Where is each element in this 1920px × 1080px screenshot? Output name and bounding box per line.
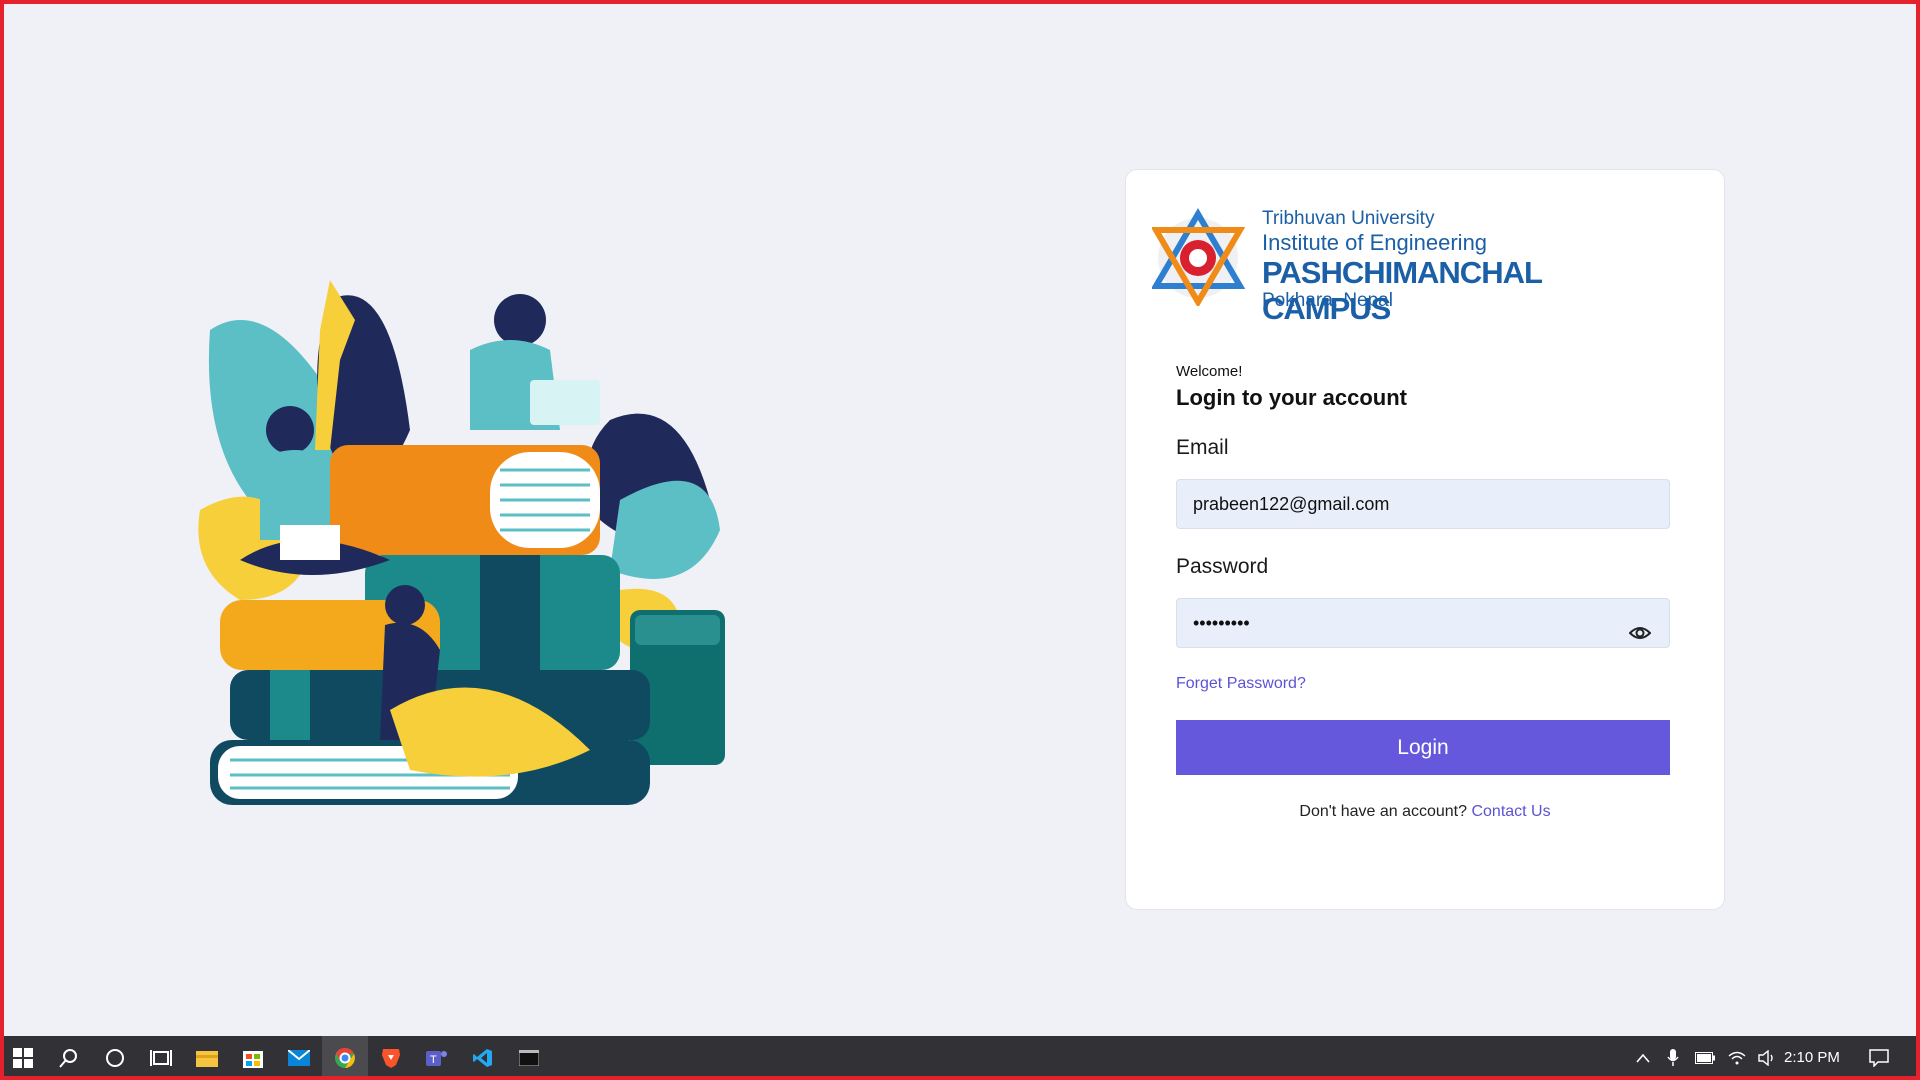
password-value: •••••••••	[1193, 613, 1250, 633]
wifi-icon[interactable]	[1722, 1051, 1752, 1065]
store-icon[interactable]	[230, 1036, 276, 1080]
mail-icon[interactable]	[276, 1036, 322, 1080]
terminal-icon[interactable]	[506, 1036, 552, 1080]
logo-location: Pokhara, Nepal	[1262, 290, 1393, 311]
password-field[interactable]: •••••••••	[1176, 598, 1670, 648]
volume-icon[interactable]	[1752, 1050, 1782, 1066]
file-explorer-icon[interactable]	[184, 1036, 230, 1080]
email-value: prabeen122@gmail.com	[1193, 494, 1390, 514]
login-title: Login to your account	[1176, 385, 1407, 410]
signup-prompt-row: Don't have an account? Contact Us	[1126, 803, 1724, 821]
logo-institute: Institute of Engineering	[1262, 230, 1488, 255]
cortana-icon[interactable]	[92, 1036, 138, 1080]
brave-icon[interactable]	[368, 1036, 414, 1080]
login-card: Tribhuvan University Institute of Engine…	[1125, 169, 1725, 910]
search-icon[interactable]	[46, 1036, 92, 1080]
password-label: Password	[1176, 555, 1269, 578]
email-label: Email	[1176, 436, 1229, 459]
signup-prompt: Don't have an account?	[1299, 803, 1468, 820]
campus-logo: Tribhuvan University Institute of Engine…	[1152, 206, 1672, 326]
chrome-icon[interactable]	[322, 1036, 368, 1080]
contact-us-link[interactable]: Contact Us	[1471, 803, 1550, 820]
windows-start-icon[interactable]	[0, 1036, 46, 1080]
microphone-icon[interactable]	[1658, 1049, 1688, 1067]
logo-university: Tribhuvan University	[1262, 208, 1435, 229]
task-view-icon[interactable]	[138, 1036, 184, 1080]
welcome-text: Welcome!	[1176, 363, 1243, 380]
taskbar-clock[interactable]: 2:10 PM	[1784, 1036, 1840, 1080]
teams-icon[interactable]: T	[414, 1036, 460, 1080]
system-tray	[1628, 1036, 1782, 1080]
forgot-password-link[interactable]: Forget Password?	[1176, 675, 1306, 693]
vscode-icon[interactable]	[460, 1036, 506, 1080]
chevron-up-icon[interactable]	[1628, 1053, 1658, 1063]
hero-illustration	[190, 270, 750, 810]
notification-icon[interactable]	[1856, 1036, 1902, 1080]
battery-icon[interactable]	[1688, 1052, 1722, 1064]
email-field[interactable]: prabeen122@gmail.com	[1176, 479, 1670, 529]
taskbar: T 2:10 PM	[0, 1036, 1920, 1080]
show-password-eye-icon[interactable]	[1628, 613, 1652, 661]
campus-emblem-icon	[1152, 208, 1246, 306]
svg-text:T: T	[430, 1054, 437, 1066]
login-button[interactable]: Login	[1176, 720, 1670, 775]
